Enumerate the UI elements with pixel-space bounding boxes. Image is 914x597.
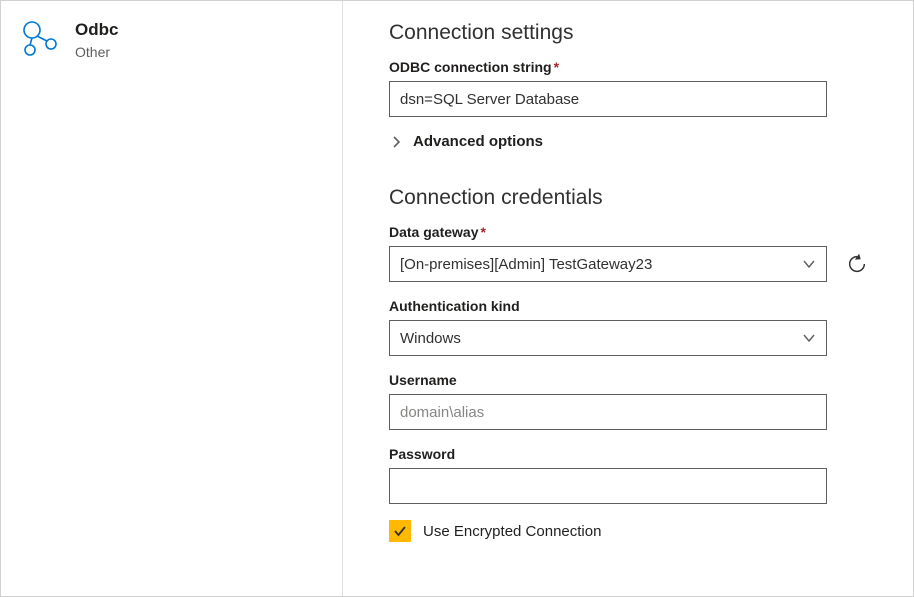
advanced-options-toggle[interactable]: Advanced options (391, 133, 869, 150)
encrypted-connection-row: Use Encrypted Connection (389, 520, 869, 542)
refresh-gateway-button[interactable] (845, 252, 869, 276)
label-data-gateway: Data gateway* (389, 224, 869, 240)
section-connection-settings: Connection settings (389, 21, 869, 45)
section-connection-credentials: Connection credentials (389, 186, 869, 210)
label-password: Password (389, 446, 869, 462)
authentication-kind-value: Windows (400, 330, 802, 347)
field-password: Password (389, 446, 869, 504)
label-connection-string: ODBC connection string* (389, 59, 869, 75)
chevron-down-icon (802, 257, 816, 271)
odbc-icon (21, 19, 61, 59)
authentication-kind-select[interactable]: Windows (389, 320, 827, 356)
field-username: Username (389, 372, 869, 430)
password-input[interactable] (389, 468, 827, 504)
field-authentication-kind: Authentication kind Windows (389, 298, 869, 356)
username-input[interactable] (389, 394, 827, 430)
dialog-root: Odbc Other Connection settings ODBC conn… (0, 0, 914, 597)
connector-title: Odbc (75, 19, 118, 41)
encrypted-connection-label: Use Encrypted Connection (423, 523, 601, 540)
encrypted-connection-checkbox[interactable] (389, 520, 411, 542)
chevron-down-icon (802, 331, 816, 345)
form-pane: Connection settings ODBC connection stri… (343, 1, 913, 596)
label-username: Username (389, 372, 869, 388)
field-connection-string: ODBC connection string* (389, 59, 869, 117)
connector-subtitle: Other (75, 43, 118, 61)
advanced-options-label: Advanced options (413, 133, 543, 150)
field-data-gateway: Data gateway* [On-premises][Admin] TestG… (389, 224, 869, 282)
connector-text: Odbc Other (75, 19, 118, 61)
required-asterisk: * (554, 59, 559, 75)
connection-string-input[interactable] (389, 81, 827, 117)
data-gateway-value: [On-premises][Admin] TestGateway23 (400, 256, 802, 273)
connector-summary-pane: Odbc Other (1, 1, 342, 596)
data-gateway-select[interactable]: [On-premises][Admin] TestGateway23 (389, 246, 827, 282)
chevron-right-icon (391, 136, 403, 148)
label-authentication-kind: Authentication kind (389, 298, 869, 314)
required-asterisk: * (480, 224, 485, 240)
